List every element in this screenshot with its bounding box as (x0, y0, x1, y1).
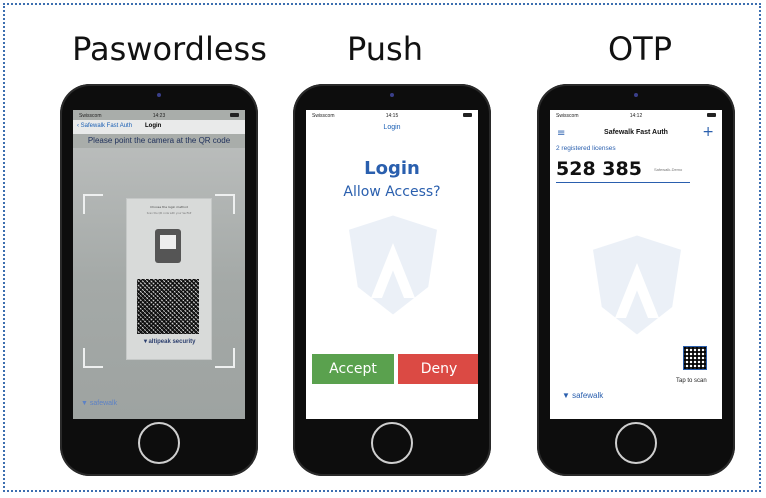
column-title-push: Push (347, 30, 423, 68)
otp-code: 528 385 (556, 158, 642, 180)
deny-button[interactable]: Deny (398, 354, 478, 384)
paper-sub: Scan the QR code with your SecFAP (146, 212, 192, 215)
push-question: Allow Access? (343, 184, 441, 200)
phone-speaker (390, 93, 394, 97)
paper-brand: ▼altipeak security (142, 339, 196, 345)
qr-code-icon (137, 279, 199, 334)
bottom-brand: ▼ safewalk (81, 400, 118, 407)
status-time: 14:12 (629, 113, 643, 119)
back-button[interactable]: ‹ Safewalk Fast Auth (77, 123, 132, 129)
phone-speaker (634, 93, 638, 97)
screen-otp: Swisscom 14:12 ≡ Safewalk Fast Auth + 2 … (550, 110, 722, 419)
tap-to-scan-label[interactable]: Tap to scan (676, 378, 707, 384)
status-time: 14:15 (385, 113, 399, 119)
license-label: Safewalk-Demo (654, 167, 683, 172)
screen-push: Swisscom 14:15 Login Login Allow Access?… (306, 110, 478, 419)
brand-logo: ▼ safewalk (562, 391, 604, 400)
push-heading: Login (364, 158, 420, 179)
frame-corner-icon (215, 348, 235, 368)
home-button[interactable] (615, 422, 657, 464)
add-icon[interactable]: + (702, 124, 714, 140)
back-label: Safewalk Fast Auth (80, 123, 133, 129)
column-title-passwordless: Paswordless (72, 30, 267, 68)
phone-push: Swisscom 14:15 Login Login Allow Access?… (293, 84, 491, 476)
battery-icon (230, 113, 239, 117)
qr-paper: Choose the login method Scan the QR code… (126, 198, 212, 360)
paper-heading: Choose the login method (150, 205, 188, 209)
qr-scan-icon[interactable] (683, 346, 707, 370)
shield-watermark-icon (593, 235, 681, 335)
battery-icon (463, 113, 472, 117)
nav-bar: ‹ Safewalk Fast Auth Login (73, 120, 245, 134)
battery-icon (707, 113, 716, 117)
status-bar: Swisscom 14:15 (306, 110, 478, 122)
phone-speaker (157, 93, 161, 97)
column-title-otp: OTP (607, 30, 673, 68)
shield-watermark-icon (349, 215, 437, 315)
nav-title: Login (145, 123, 162, 129)
screen-passwordless: Swisscom 14:23 ‹ Safewalk Fast Auth Logi… (73, 110, 245, 419)
registered-licenses: 2 registered licenses (556, 145, 616, 152)
nav-title: Login (383, 124, 401, 131)
phone-illustration-icon (155, 229, 181, 263)
home-button[interactable] (371, 422, 413, 464)
frame-corner-icon (215, 194, 235, 214)
status-bar: Swisscom 14:12 (550, 110, 722, 122)
frame-corner-icon (83, 348, 103, 368)
frame-corner-icon (83, 194, 103, 214)
accept-button[interactable]: Accept (312, 354, 394, 384)
camera-hint: Please point the camera at the QR code (87, 136, 231, 145)
home-button[interactable] (138, 422, 180, 464)
app-title: Safewalk Fast Auth (604, 129, 668, 136)
phone-passwordless: Swisscom 14:23 ‹ Safewalk Fast Auth Logi… (60, 84, 258, 476)
phone-otp: Swisscom 14:12 ≡ Safewalk Fast Auth + 2 … (537, 84, 735, 476)
divider (556, 182, 690, 183)
status-time: 14:23 (152, 113, 166, 119)
